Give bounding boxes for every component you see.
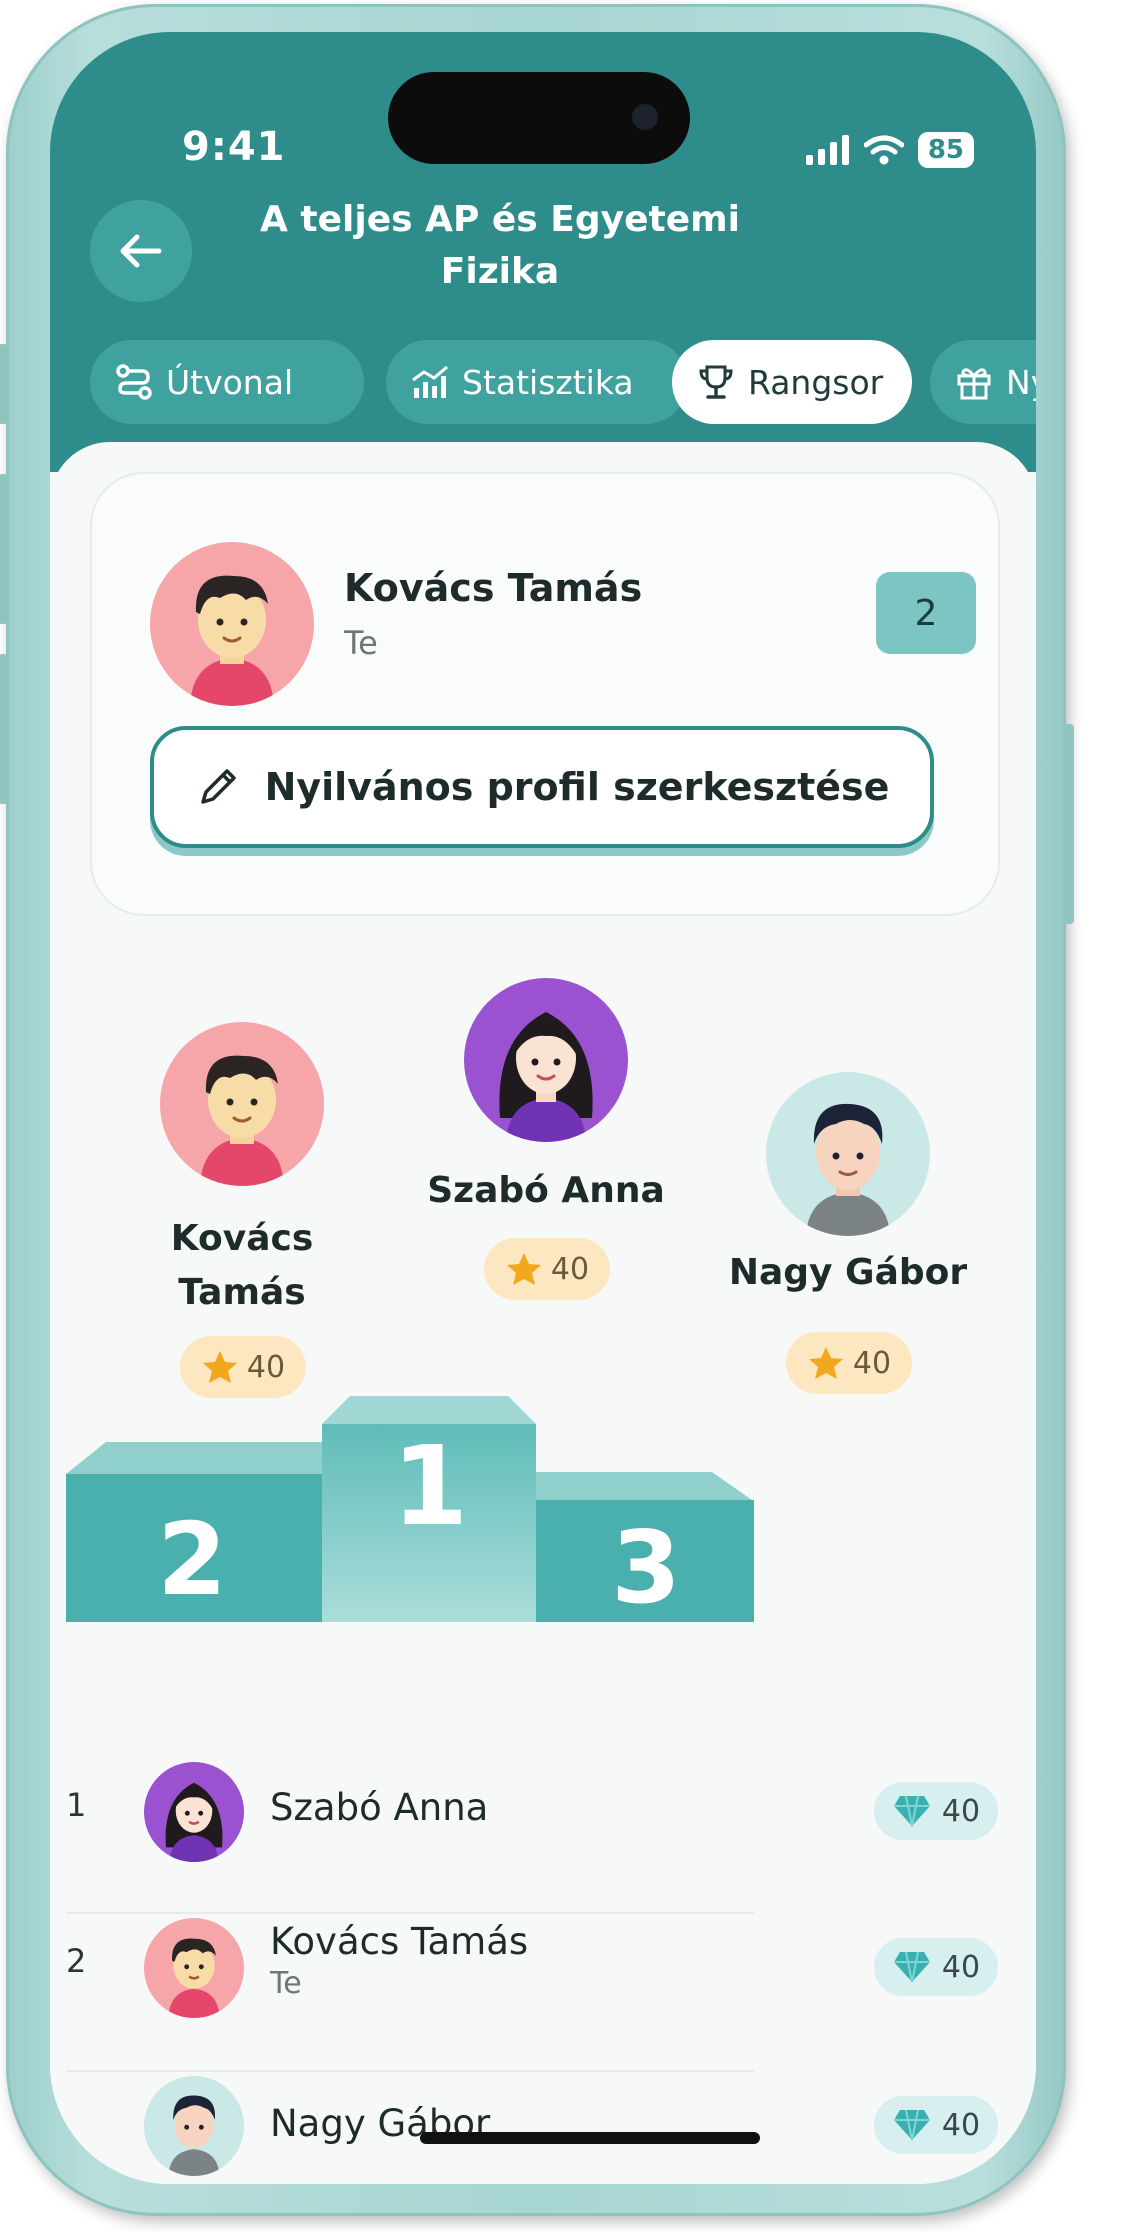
row-subtitle: Te bbox=[270, 1966, 302, 2001]
diamond-icon bbox=[893, 2109, 930, 2141]
tab-route-label: Útvonal bbox=[166, 362, 294, 402]
tab-ranking[interactable]: Rangsor bbox=[672, 340, 912, 424]
podium-third-top bbox=[536, 1472, 752, 1500]
diamond-icon bbox=[893, 1951, 930, 1983]
home-indicator[interactable] bbox=[420, 2132, 760, 2144]
row-avatar bbox=[144, 2076, 244, 2176]
podium-graphic: 2 1 3 bbox=[66, 1396, 754, 1622]
cellular-signal-icon bbox=[805, 135, 849, 165]
score-value: 40 bbox=[941, 1949, 981, 1985]
podium-second-top bbox=[66, 1442, 322, 1474]
podium-third-number: 3 bbox=[611, 1509, 681, 1622]
gift-icon bbox=[957, 368, 991, 400]
title-line-2: Fizika bbox=[440, 251, 560, 292]
row-name: Szabó Anna bbox=[270, 1786, 489, 1829]
status-icons: 85 bbox=[805, 132, 974, 168]
trophy-icon bbox=[699, 365, 733, 399]
arrow-left-icon bbox=[120, 234, 162, 268]
tab-win[interactable]: Nyer bbox=[930, 340, 1036, 424]
row-avatar bbox=[144, 1918, 244, 2018]
divider bbox=[66, 2070, 754, 2072]
header: 9:41 85 A teljes AP és Egyetemi Fizika Ú… bbox=[50, 32, 1036, 472]
row-name: Kovács Tamás bbox=[270, 1920, 529, 1963]
page-title: A teljes AP és Egyetemi Fizika bbox=[260, 194, 740, 298]
man-avatar-icon bbox=[168, 2095, 220, 2176]
screen: 9:41 85 A teljes AP és Egyetemi Fizika Ú… bbox=[50, 32, 1036, 2184]
tab-win-label: Nyer bbox=[1006, 362, 1036, 402]
tab-route[interactable]: Útvonal bbox=[90, 340, 364, 424]
leaderboard-content: Kovács Tamás Te 2 Nyilvános profil szerk… bbox=[50, 442, 1036, 2184]
camera-icon bbox=[632, 104, 658, 130]
score-value: 40 bbox=[941, 2107, 981, 2143]
volume-down-button bbox=[0, 654, 8, 804]
podium-first-number: 1 bbox=[392, 1422, 469, 1550]
wifi-icon bbox=[863, 135, 904, 165]
battery-indicator: 85 bbox=[917, 132, 974, 168]
title-line-1: A teljes AP és Egyetemi bbox=[260, 199, 740, 240]
chart-icon bbox=[412, 365, 448, 398]
row-rank: 1 bbox=[66, 1786, 87, 1824]
tab-statistics-label: Statisztika bbox=[462, 362, 634, 402]
row-rank: 2 bbox=[66, 1942, 87, 1980]
tab-statistics[interactable]: Statisztika bbox=[386, 340, 688, 424]
podium-second-number: 2 bbox=[157, 1501, 227, 1618]
diamond-icon bbox=[893, 1795, 930, 1827]
row-score: 40 bbox=[874, 1782, 998, 1840]
row-score: 40 bbox=[874, 2096, 998, 2154]
status-time: 9:41 bbox=[182, 124, 286, 170]
girl-avatar-icon bbox=[165, 1782, 223, 1862]
divider bbox=[66, 1912, 754, 1914]
back-button[interactable] bbox=[90, 200, 192, 302]
mute-switch bbox=[0, 344, 8, 424]
volume-up-button bbox=[0, 474, 8, 624]
boy-avatar-icon bbox=[168, 1938, 220, 2018]
row-avatar bbox=[144, 1762, 244, 1862]
route-icon bbox=[116, 364, 152, 400]
power-button bbox=[1064, 724, 1074, 924]
podium-first-top bbox=[322, 1396, 536, 1424]
phone-frame: 9:41 85 A teljes AP és Egyetemi Fizika Ú… bbox=[0, 4, 1074, 2216]
score-value: 40 bbox=[941, 1793, 981, 1829]
dynamic-island bbox=[388, 72, 690, 164]
tab-bar: Útvonal Statisztika Rangsor N bbox=[90, 340, 1036, 424]
tab-ranking-label: Rangsor bbox=[748, 362, 884, 402]
row-score: 40 bbox=[874, 1938, 998, 1996]
